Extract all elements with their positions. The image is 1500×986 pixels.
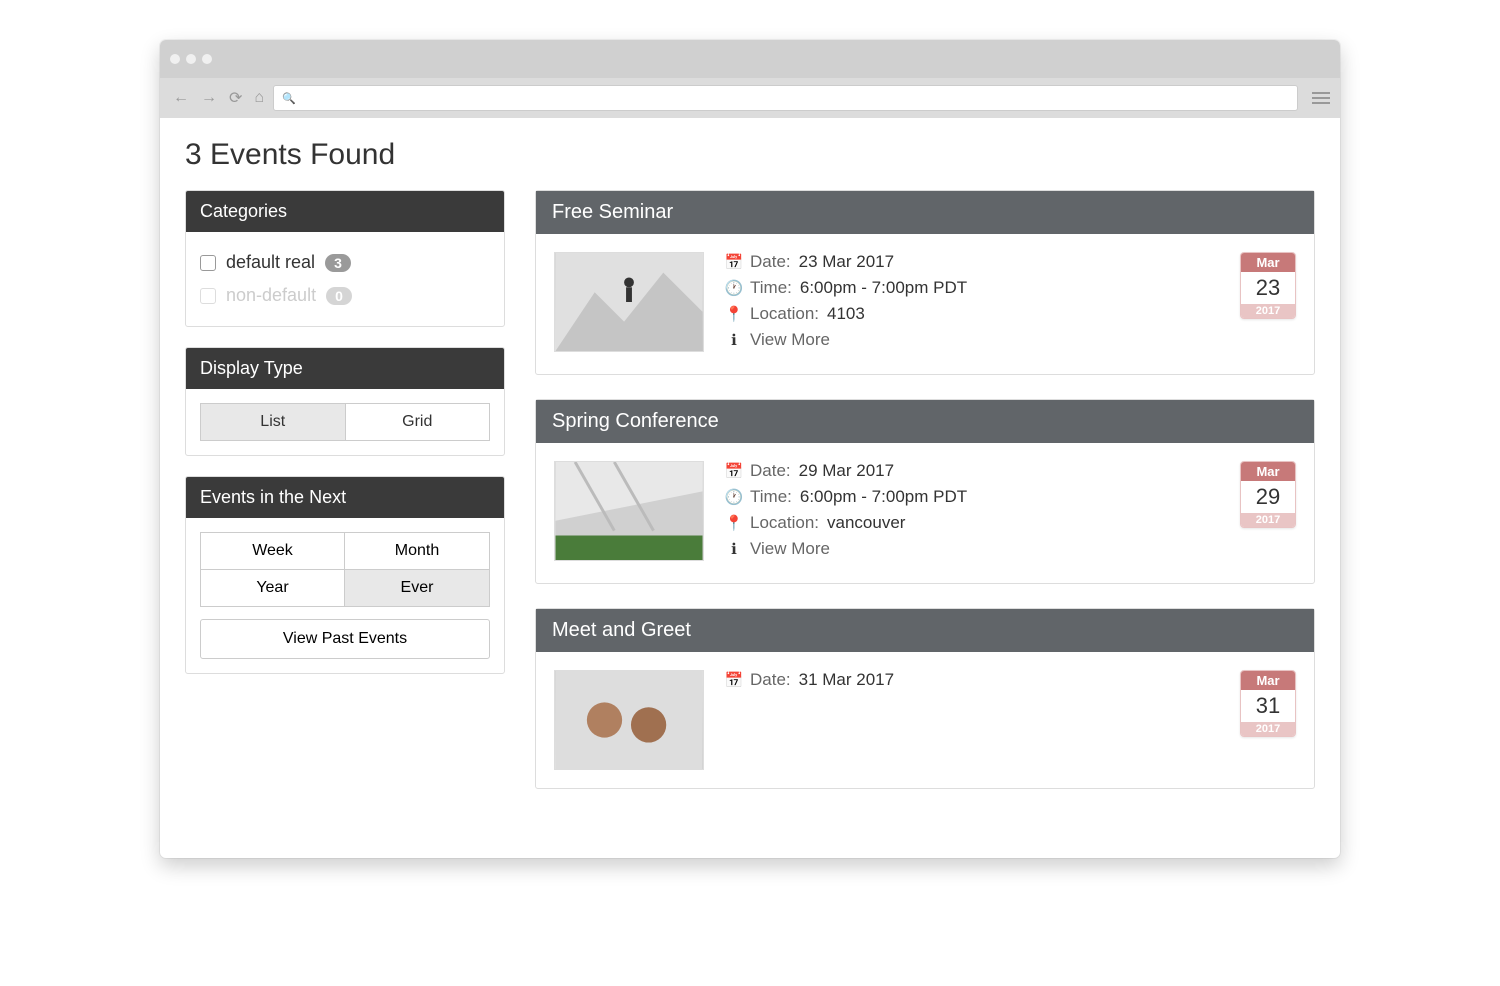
window-close-icon[interactable] [170, 54, 180, 64]
date-label: Date: [750, 670, 791, 690]
categories-header: Categories [186, 191, 504, 232]
event-location: vancouver [827, 513, 905, 533]
page-content: 3 Events Found Categories default real 3 [160, 118, 1340, 858]
reload-icon[interactable]: ⟳ [226, 86, 245, 110]
date-badge: Mar 23 2017 [1240, 252, 1296, 319]
location-icon: 📍 [726, 514, 742, 532]
time-label: Time: [750, 487, 792, 507]
display-grid-button[interactable]: Grid [346, 403, 491, 441]
time-label: Time: [750, 278, 792, 298]
event-location: 4103 [827, 304, 865, 324]
event-card: Free Seminar 📅 Date: 23 Mar 2017 🕐 Time: 6… [535, 190, 1315, 375]
calendar-icon: 📅 [726, 462, 742, 480]
date-badge: Mar 29 2017 [1240, 461, 1296, 528]
display-type-panel: Display Type List Grid [185, 347, 505, 456]
clock-icon: 🕐 [726, 488, 742, 506]
range-month-button[interactable]: Month [345, 532, 490, 570]
date-label: Date: [750, 252, 791, 272]
location-icon: 📍 [726, 305, 742, 323]
info-icon: ℹ [726, 331, 742, 349]
date-label: Date: [750, 461, 791, 481]
view-more-link[interactable]: ℹView More [726, 539, 1296, 559]
url-input[interactable]: 🔍 [273, 85, 1298, 111]
checkbox-icon[interactable] [200, 288, 216, 304]
date-badge-day: 29 [1241, 481, 1295, 513]
event-title[interactable]: Free Seminar [536, 191, 1314, 234]
date-badge-year: 2017 [1241, 304, 1295, 318]
range-ever-button[interactable]: Ever [345, 570, 490, 607]
range-week-button[interactable]: Week [200, 532, 345, 570]
category-label: non-default [226, 285, 316, 306]
date-badge-day: 31 [1241, 690, 1295, 722]
date-badge-month: Mar [1241, 253, 1295, 272]
browser-tab[interactable]: × [222, 48, 412, 78]
date-badge-month: Mar [1241, 671, 1295, 690]
display-type-toggle: List Grid [200, 403, 490, 441]
menu-icon[interactable] [1312, 92, 1330, 104]
date-badge: Mar 31 2017 [1240, 670, 1296, 737]
category-item[interactable]: non-default 0 [200, 279, 490, 312]
event-title[interactable]: Spring Conference [536, 400, 1314, 443]
time-range-toggle: Week Month Year Ever [200, 532, 490, 607]
event-thumbnail[interactable] [554, 461, 704, 561]
category-label: default real [226, 252, 315, 273]
sidebar: Categories default real 3 non-default 0 [185, 190, 505, 813]
window-minimize-icon[interactable] [186, 54, 196, 64]
info-icon: ℹ [726, 540, 742, 558]
events-next-header: Events in the Next [186, 477, 504, 518]
checkbox-icon[interactable] [200, 255, 216, 271]
back-icon[interactable]: ← [170, 87, 192, 109]
category-count-badge: 0 [326, 287, 352, 305]
event-date: 29 Mar 2017 [799, 461, 894, 481]
window-controls [170, 54, 212, 64]
window-maximize-icon[interactable] [202, 54, 212, 64]
view-more-link[interactable]: ℹView More [726, 330, 1296, 350]
view-past-events-button[interactable]: View Past Events [200, 619, 490, 659]
display-type-header: Display Type [186, 348, 504, 389]
event-time: 6:00pm - 7:00pm PDT [800, 487, 967, 507]
category-count-badge: 3 [325, 254, 351, 272]
event-date: 31 Mar 2017 [799, 670, 894, 690]
event-time: 6:00pm - 7:00pm PDT [800, 278, 967, 298]
forward-icon[interactable]: → [198, 87, 220, 109]
date-badge-day: 23 [1241, 272, 1295, 304]
category-item[interactable]: default real 3 [200, 246, 490, 279]
page-title: 3 Events Found [185, 138, 1315, 172]
display-list-button[interactable]: List [200, 403, 346, 441]
date-badge-year: 2017 [1241, 513, 1295, 527]
calendar-icon: 📅 [726, 253, 742, 271]
event-title[interactable]: Meet and Greet [536, 609, 1314, 652]
browser-toolbar: ← → ⟳ ⌂ 🔍 [160, 78, 1340, 118]
event-thumbnail[interactable] [554, 252, 704, 352]
close-tab-icon[interactable]: × [390, 55, 398, 71]
event-card: Spring Conference 📅 Date: 29 Mar 2017 🕐 Ti… [535, 399, 1315, 584]
date-badge-month: Mar [1241, 462, 1295, 481]
date-badge-year: 2017 [1241, 722, 1295, 736]
home-icon[interactable]: ⌂ [251, 87, 267, 109]
clock-icon: 🕐 [726, 279, 742, 297]
calendar-icon: 📅 [726, 671, 742, 689]
range-year-button[interactable]: Year [200, 570, 345, 607]
search-icon: 🔍 [282, 92, 296, 105]
location-label: Location: [750, 513, 819, 533]
event-thumbnail[interactable] [554, 670, 704, 770]
browser-window: × ← → ⟳ ⌂ 🔍 3 Events Found Categories de… [160, 40, 1340, 858]
browser-tab-bar: × [160, 40, 1340, 78]
event-card: Meet and Greet 📅 Date: 31 Mar 2017 Mar 31… [535, 608, 1315, 789]
events-list: Free Seminar 📅 Date: 23 Mar 2017 🕐 Time: 6… [535, 190, 1315, 813]
location-label: Location: [750, 304, 819, 324]
events-next-panel: Events in the Next Week Month Year Ever … [185, 476, 505, 674]
event-date: 23 Mar 2017 [799, 252, 894, 272]
categories-panel: Categories default real 3 non-default 0 [185, 190, 505, 327]
